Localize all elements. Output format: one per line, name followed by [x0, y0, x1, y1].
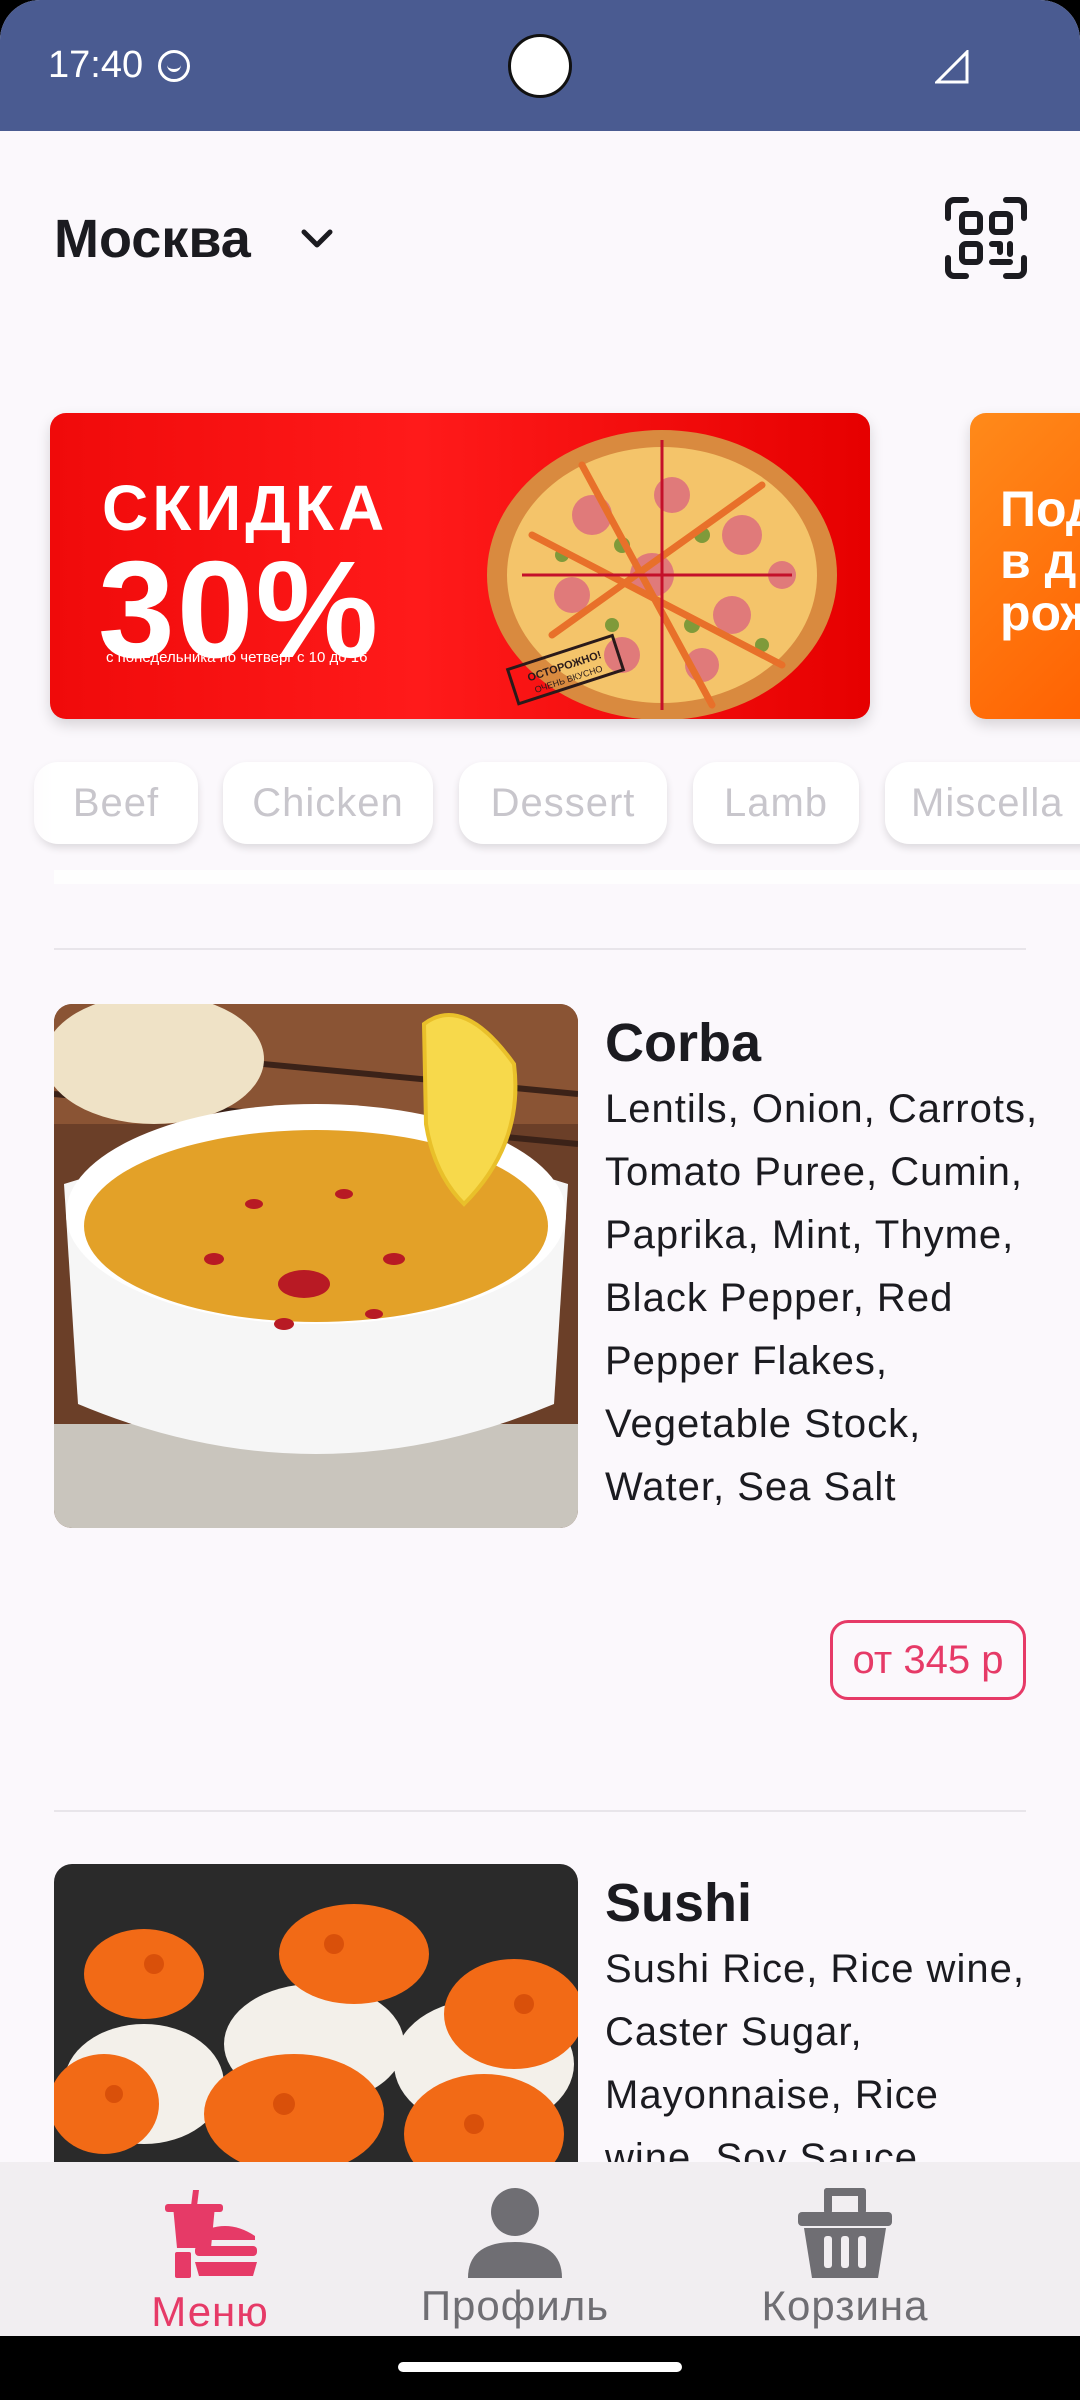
- category-chips: Beef Chicken Dessert Lamb Miscella: [0, 758, 1080, 894]
- status-time: 17:40: [48, 44, 144, 86]
- nav-profile[interactable]: Профиль: [400, 2162, 630, 2336]
- status-bar: 17:40: [0, 0, 1080, 131]
- banner-caption: с понедельника по четверг с 10 до 16: [106, 649, 368, 666]
- promo-banner-discount[interactable]: СКИДКА 30% с понедельника по четверг с 1…: [50, 413, 870, 719]
- chip-dessert[interactable]: Dessert: [459, 762, 667, 844]
- nav-menu-label: Меню: [151, 2288, 269, 2335]
- notification-icon: [158, 50, 190, 82]
- home-gesture-bar[interactable]: [398, 2362, 682, 2372]
- profile-icon: [468, 2188, 562, 2278]
- bottom-navigation: Меню Профиль Корзина: [0, 2162, 1080, 2336]
- chevron-down-icon[interactable]: [296, 222, 338, 258]
- divider: [54, 948, 1026, 950]
- dish-description-corba: Lentils, Onion, Carrots, Tomato Puree, C…: [605, 1087, 1039, 1509]
- pizza-image: ОСТОРОЖНО! ОЧЕНЬ ВКУСНО: [487, 430, 837, 719]
- nav-profile-label: Профиль: [420, 2282, 610, 2329]
- city-selector[interactable]: Москва: [54, 208, 251, 270]
- chip-miscellaneous[interactable]: Miscella: [885, 762, 1080, 844]
- camera-cutout: [508, 34, 572, 98]
- food-icon: [165, 2190, 257, 2278]
- nav-menu[interactable]: Меню: [110, 2162, 310, 2336]
- chip-lamb[interactable]: Lamb: [693, 762, 859, 844]
- qr-scan-icon[interactable]: [944, 196, 1028, 280]
- banner-percent: 30%: [98, 533, 381, 687]
- promo-banner-second[interactable]: Под в д рож: [970, 413, 1080, 719]
- dish-description-sushi: Sushi Rice, Rice wine, Caster Sugar, May…: [605, 1947, 1025, 2162]
- chips-fade: [0, 758, 54, 894]
- chip-beef[interactable]: Beef: [34, 762, 198, 844]
- banner-2-text: Под в д рож: [1000, 481, 1080, 641]
- signal-icon: [935, 50, 969, 84]
- dish-photo-corba[interactable]: [54, 1004, 578, 1528]
- divider: [54, 1810, 1026, 1812]
- nav-cart-label: Корзина: [761, 2282, 929, 2329]
- basket-icon: [798, 2188, 892, 2278]
- app-screen: 17:40 Москва СКИДКА 30% с понедельника п…: [0, 0, 1080, 2400]
- soup-image: [54, 1004, 578, 1528]
- dish-name-sushi: Sushi: [605, 1873, 753, 1933]
- price-button-corba[interactable]: от 345 р: [830, 1620, 1026, 1700]
- chip-chicken[interactable]: Chicken: [223, 762, 433, 844]
- nav-cart[interactable]: Корзина: [740, 2162, 950, 2336]
- dish-name-corba: Corba: [605, 1013, 762, 1073]
- chips-bottom-edge: [54, 870, 1080, 884]
